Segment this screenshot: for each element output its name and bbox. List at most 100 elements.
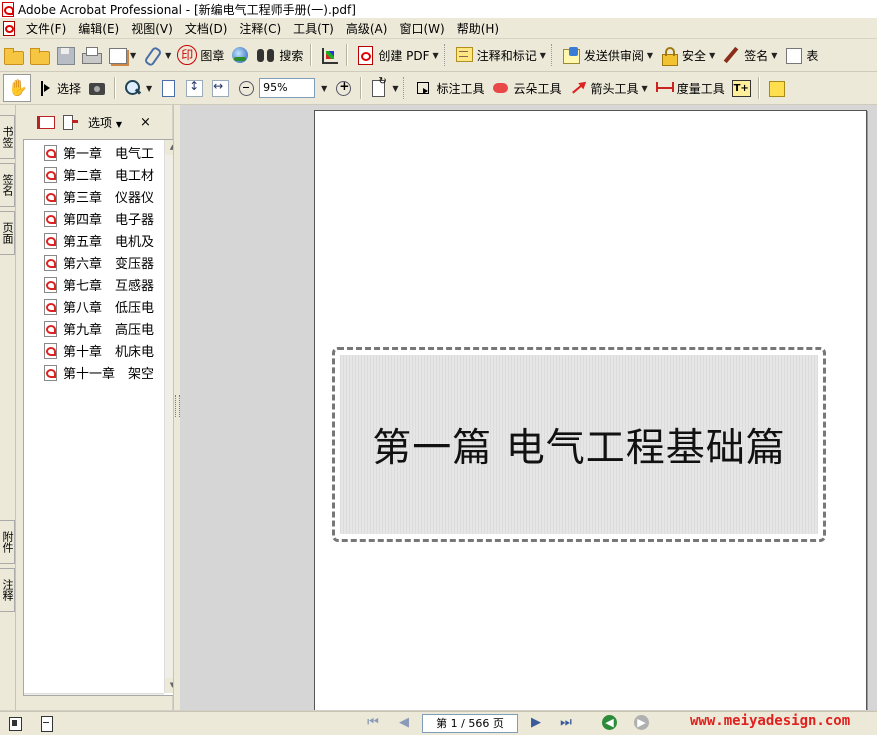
actual-size-button[interactable]	[155, 75, 181, 101]
text-box-button[interactable]	[728, 75, 754, 101]
zoom-input[interactable]: 95%	[259, 78, 316, 98]
fit-height-icon	[184, 78, 204, 98]
zoom-tool-button[interactable]: ▼	[120, 75, 155, 101]
expand-bookmark-icon[interactable]	[36, 114, 55, 130]
organizer-button[interactable]	[26, 42, 52, 68]
close-panel-button[interactable]: ×	[140, 115, 151, 130]
sticky-note-button[interactable]	[764, 75, 790, 101]
markup-tool-button[interactable]: 标注工具	[410, 75, 487, 101]
bookmark-label: 第一章 电气工	[63, 146, 155, 162]
search-button[interactable]: 搜索	[253, 42, 306, 68]
bookmark-item[interactable]: 第三章 仪器仪	[42, 186, 154, 206]
menu-window[interactable]: 窗口(W)	[393, 20, 450, 37]
next-view-icon[interactable]: ▶	[634, 715, 649, 730]
continuous-page-icon[interactable]	[38, 715, 54, 732]
sign-button[interactable]: 签名 ▼	[718, 42, 780, 68]
bookmark-item[interactable]: 第八章 低压电	[42, 296, 154, 316]
rotate-view-button[interactable]: ▼	[366, 75, 401, 101]
open-button[interactable]	[0, 42, 26, 68]
organize-pages-button[interactable]: ▼	[104, 42, 139, 68]
tab-signatures[interactable]: 签名	[0, 163, 15, 207]
form-icon	[783, 45, 803, 65]
bookmark-label: 第五章 电机及	[63, 234, 155, 250]
organizer-folder-icon	[29, 45, 50, 65]
send-review-label: 发送供审阅	[583, 48, 644, 63]
zoom-dropdown[interactable]: ▼	[315, 75, 330, 101]
cloud-tool-button[interactable]: 云朵工具	[488, 75, 565, 101]
options-menu-button[interactable]: 选项 ▼	[88, 114, 122, 131]
first-page-icon[interactable]: ⏮	[364, 714, 382, 732]
bookmark-item[interactable]: 第九章 高压电	[42, 318, 154, 338]
menu-comments[interactable]: 注释(C)	[233, 20, 287, 37]
tab-signatures-label: 签名	[1, 174, 14, 196]
menu-help[interactable]: 帮助(H)	[451, 20, 505, 37]
measure-tool-button[interactable]: 度量工具	[651, 75, 728, 101]
previous-view-icon[interactable]: ◀	[602, 715, 617, 730]
single-page-icon[interactable]	[7, 715, 23, 731]
bookmark-item[interactable]: 第十一章 架空	[42, 362, 154, 382]
forms-button[interactable]: 表	[780, 42, 821, 68]
bookmark-item[interactable]: 第二章 电工材	[42, 164, 154, 184]
tab-bookmarks[interactable]: 书签	[0, 115, 15, 159]
pdf-page[interactable]: 第一篇 电气工程基础篇	[314, 110, 867, 710]
bookmark-item[interactable]: 第一章 电气工	[42, 142, 154, 162]
toolbar-separator	[114, 77, 117, 99]
tab-comments[interactable]: 注释	[0, 568, 15, 612]
fit-width-button[interactable]	[207, 75, 233, 101]
zoom-in-button[interactable]	[330, 75, 356, 101]
bookmark-item[interactable]: 第十章 机床电	[42, 340, 154, 360]
menu-bar: 文件(F) 编辑(E) 视图(V) 文档(D) 注释(C) 工具(T) 高级(A…	[0, 18, 877, 39]
stamp-label: 图章	[200, 48, 225, 63]
bookmark-pdf-icon	[42, 276, 58, 293]
scroll-left-arrow-icon[interactable]: ◀	[24, 694, 38, 695]
select-tool-button[interactable]: 选择	[31, 75, 84, 101]
fit-page-button[interactable]	[181, 75, 207, 101]
bookmark-item[interactable]: 第四章 电子器	[42, 208, 154, 228]
tab-pages[interactable]: 页面	[0, 211, 15, 255]
toolbar-grip[interactable]	[403, 77, 407, 99]
web-capture-button[interactable]	[227, 42, 253, 68]
chevron-down-icon: ▼	[321, 83, 328, 93]
status-bar: ⏮ ◀ 第 1 / 566 页 ▶ ⏭ ◀ ▶ www.meiyadesign.…	[0, 711, 877, 735]
bookmark-item[interactable]: 第五章 电机及	[42, 230, 154, 250]
scroll-right-arrow-icon[interactable]: ▶	[148, 694, 162, 695]
document-icon[interactable]	[2, 20, 16, 36]
create-pdf-button[interactable]: 创建 PDF ▼	[352, 42, 441, 68]
comment-markup-label: 注释和标记	[476, 48, 537, 63]
menu-view[interactable]: 视图(V)	[125, 20, 179, 37]
menu-tools[interactable]: 工具(T)	[287, 20, 340, 37]
menu-advanced[interactable]: 高级(A)	[340, 20, 394, 37]
send-review-button[interactable]: 发送供审阅 ▼	[558, 42, 656, 68]
toolbar-grip[interactable]	[550, 44, 555, 66]
hand-tool-button[interactable]	[3, 74, 31, 102]
menu-edit[interactable]: 编辑(E)	[72, 20, 125, 37]
tab-attachments[interactable]: 附件	[0, 520, 15, 564]
new-bookmark-icon[interactable]	[62, 114, 80, 130]
chevron-down-icon: ▼	[115, 119, 122, 129]
arrow-tool-button[interactable]: 箭头工具 ▼	[565, 75, 651, 101]
bookmark-label: 第六章 变压器	[63, 256, 155, 272]
bookmark-horizontal-scrollbar[interactable]: ◀ ▶	[24, 693, 164, 695]
snapshot-button[interactable]	[84, 75, 110, 101]
save-button[interactable]	[52, 42, 78, 68]
previous-page-icon[interactable]: ◀	[395, 714, 413, 732]
zoom-in-icon	[333, 78, 353, 98]
bookmark-item[interactable]: 第六章 变压器	[42, 252, 154, 272]
next-page-icon[interactable]: ▶	[527, 714, 545, 732]
attach-button[interactable]: ▼	[139, 42, 174, 68]
secure-button[interactable]: 安全 ▼	[656, 42, 718, 68]
print-button[interactable]	[78, 42, 104, 68]
analysis-button[interactable]	[316, 42, 342, 68]
bookmark-item[interactable]: 第七章 互感器	[42, 274, 154, 294]
create-pdf-label: 创建 PDF	[378, 48, 430, 63]
comment-markup-button[interactable]: 注释和标记 ▼	[451, 42, 549, 68]
last-page-icon[interactable]: ⏭	[557, 714, 575, 732]
menu-file[interactable]: 文件(F)	[20, 20, 72, 37]
toolbar-grip[interactable]	[443, 44, 448, 66]
page-number-field[interactable]: 第 1 / 566 页	[422, 714, 518, 733]
stamp-button[interactable]: 图章	[174, 42, 227, 68]
zoom-out-button[interactable]	[233, 75, 259, 101]
bookmark-pdf-icon	[42, 364, 58, 381]
document-view[interactable]: 第一篇 电气工程基础篇	[180, 105, 877, 710]
menu-document[interactable]: 文档(D)	[179, 20, 234, 37]
